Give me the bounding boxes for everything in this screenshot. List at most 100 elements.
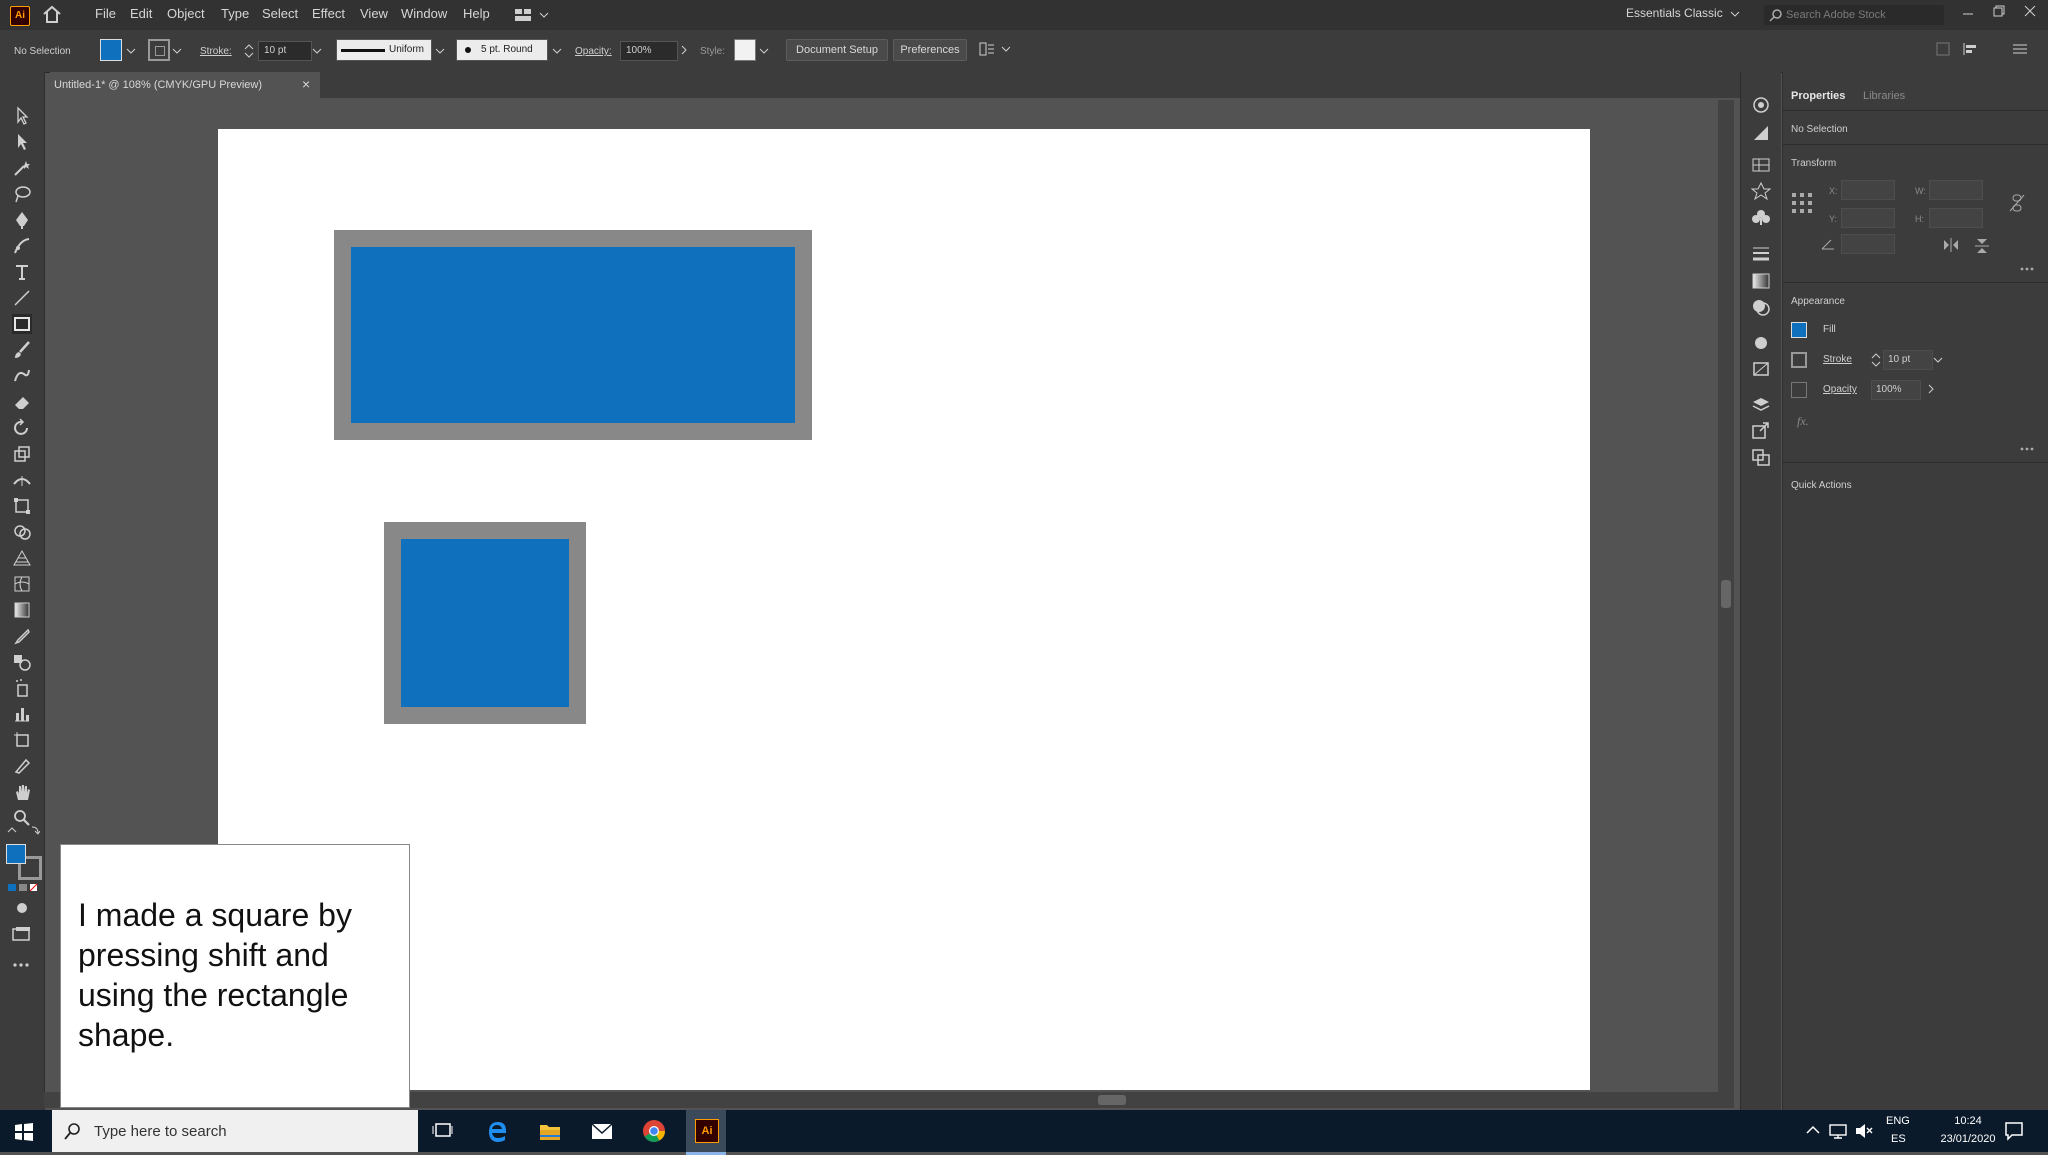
appearance-fill-swatch[interactable] [1791,322,1807,338]
y-field[interactable] [1841,208,1895,228]
appearance-stroke-field[interactable]: 10 pt [1883,350,1933,370]
graphic-style-swatch[interactable] [734,39,756,61]
rotate-angle-icon[interactable] [1821,238,1835,250]
curvature-tool-icon[interactable] [12,236,32,256]
appearance-more-icon[interactable] [2019,446,2035,452]
stroke-label[interactable]: Stroke: [200,46,232,57]
vertical-scroll-thumb[interactable] [1721,580,1731,608]
language-code[interactable]: ENG [1886,1115,1910,1127]
document-tab[interactable]: Untitled-1* @ 108% (CMYK/GPU Preview) × [50,72,320,98]
arrange-icon[interactable] [978,41,1012,57]
network-icon[interactable] [1828,1122,1848,1140]
transparency-icon[interactable] [1751,298,1771,316]
menu-view[interactable]: View [360,6,388,21]
shape-builder-tool-icon[interactable] [12,522,32,542]
stroke-stepper-icon[interactable] [244,42,254,60]
preferences-button[interactable]: Preferences [893,39,967,61]
control-bar-menu-icon[interactable] [2012,43,2028,55]
home-icon[interactable] [42,5,62,23]
profile-chevron-icon[interactable] [435,47,445,55]
magic-wand-tool-icon[interactable] [12,158,32,178]
eraser-tool-icon[interactable] [12,392,32,412]
keyboard-layout[interactable]: ES [1891,1133,1906,1145]
close-window-icon[interactable] [2024,5,2036,17]
color-panel-icon[interactable] [1751,96,1771,114]
clock-time[interactable]: 10:24 [1940,1115,1996,1127]
appearance-opacity-label[interactable]: Opacity [1823,384,1857,395]
illustrator-taskbar-icon[interactable]: Ai [686,1110,726,1155]
appearance-stroke-label[interactable]: Stroke [1823,354,1852,365]
brush-definition[interactable]: 5 pt. Round [456,39,548,61]
lasso-tool-icon[interactable] [12,184,32,204]
edit-toolbar-icon[interactable] [12,962,32,968]
menu-window[interactable]: Window [401,6,447,21]
stroke-weight-chevron-icon[interactable] [312,47,322,55]
stroke-chevron-icon[interactable] [172,47,182,55]
pen-tool-icon[interactable] [12,210,32,230]
scale-tool-icon[interactable] [12,444,32,464]
x-field[interactable] [1841,180,1895,200]
document-setup-button[interactable]: Document Setup [786,39,888,61]
taskbar-search-box[interactable]: Type here to search [52,1110,418,1152]
file-explorer-icon[interactable] [530,1116,570,1146]
appearance-stroke-swatch[interactable] [1791,352,1807,368]
minimize-icon[interactable] [1962,8,1974,20]
menu-effect[interactable]: Effect [312,6,345,21]
color-mode-icons[interactable] [8,884,38,892]
gradient-panel-icon[interactable] [1751,272,1771,290]
variable-width-profile[interactable]: Uniform [336,39,432,61]
color-guide-icon[interactable] [1751,124,1771,142]
direct-selection-tool-icon[interactable] [12,132,32,152]
task-view-icon[interactable] [424,1116,464,1146]
blend-tool-icon[interactable] [12,652,32,672]
opacity-field[interactable]: 100% [620,41,678,61]
drawing-modes-icon[interactable] [14,900,30,916]
system-tray-chevron-icon[interactable] [1806,1125,1820,1135]
rotate-tool-icon[interactable] [12,418,32,438]
asset-export-icon[interactable] [1751,422,1771,440]
windows-start-icon[interactable] [14,1122,34,1142]
brushes-icon[interactable] [1751,182,1771,200]
arrange-documents-icon[interactable] [514,8,550,22]
reference-point-icon[interactable] [1791,192,1813,214]
w-field[interactable] [1929,180,1983,200]
stroke-swatch[interactable] [148,39,170,61]
shaper-tool-icon[interactable] [12,366,32,386]
menu-type[interactable]: Type [221,6,249,21]
width-tool-icon[interactable] [12,470,32,490]
fill-color-indicator[interactable] [6,844,26,864]
volume-muted-icon[interactable] [1854,1122,1874,1140]
symbols-icon[interactable] [1751,208,1771,226]
graphic-styles-icon[interactable] [1751,360,1771,378]
vertical-scrollbar[interactable] [1718,100,1734,1092]
symbol-sprayer-tool-icon[interactable] [12,678,32,698]
rotate-field[interactable] [1841,234,1895,254]
action-center-icon[interactable] [2004,1121,2024,1141]
h-field[interactable] [1929,208,1983,228]
restore-icon[interactable] [1993,5,2005,17]
artboard[interactable] [218,129,1590,1090]
rectangle-tool-icon[interactable] [12,314,32,334]
brush-chevron-icon[interactable] [552,47,562,55]
layers-icon[interactable] [1751,396,1771,414]
flip-vertical-icon[interactable] [1975,238,1989,254]
paintbrush-tool-icon[interactable] [12,340,32,360]
menu-select[interactable]: Select [262,6,298,21]
clock-date[interactable]: 23/01/2020 [1918,1133,2018,1145]
tab-libraries[interactable]: Libraries [1863,90,1905,102]
appearance-opacity-swatch[interactable] [1791,382,1807,398]
opacity-expand-icon[interactable] [680,45,688,55]
type-tool-icon[interactable] [12,262,32,282]
flip-horizontal-icon[interactable] [1943,238,1959,252]
stroke-weight-field[interactable]: 10 pt [258,41,312,61]
menu-object[interactable]: Object [167,6,205,21]
slice-tool-icon[interactable] [12,756,32,776]
fill-swatch[interactable] [100,39,122,61]
swatches-icon[interactable] [1751,156,1771,174]
constrain-proportions-icon[interactable] [2009,194,2025,212]
swap-fill-stroke-icon[interactable] [6,824,40,838]
menu-help[interactable]: Help [463,6,490,21]
column-graph-tool-icon[interactable] [12,704,32,724]
appearance-opacity-expand-icon[interactable] [1927,384,1935,394]
artboard-tool-icon[interactable] [12,730,32,750]
